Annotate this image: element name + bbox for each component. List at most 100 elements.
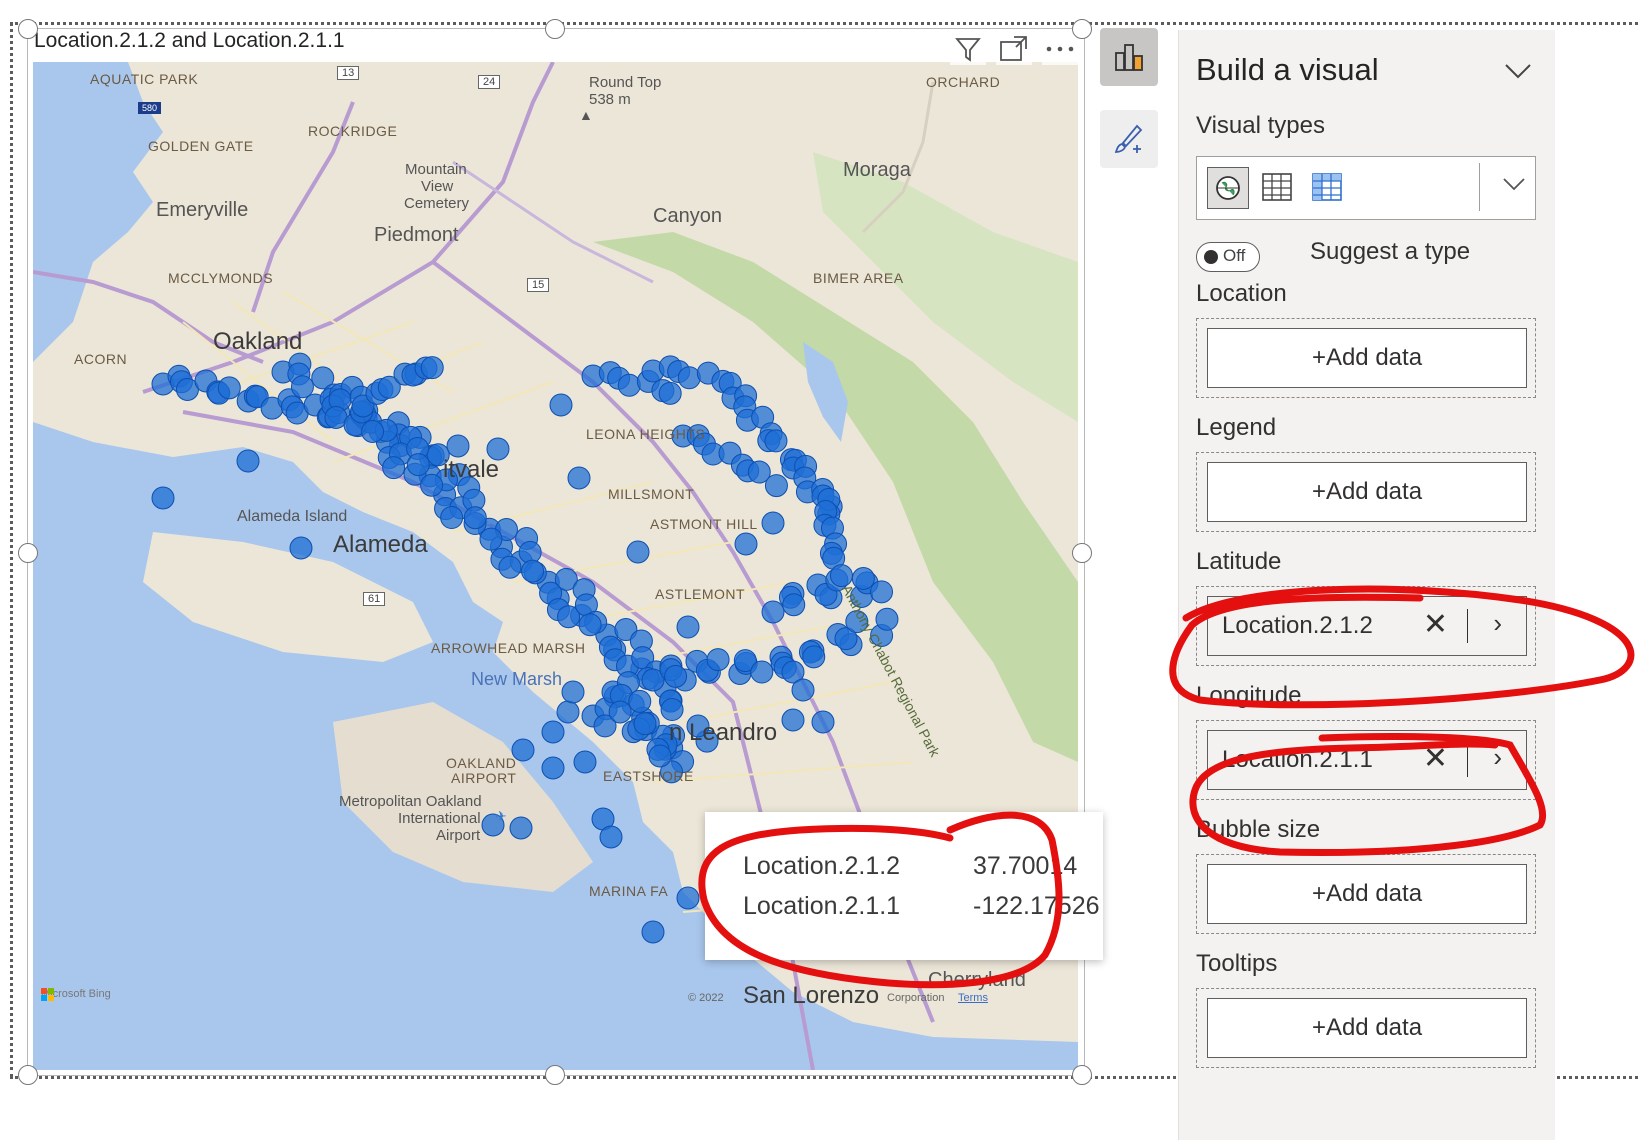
chevron-right-icon[interactable]: › [1493,608,1502,639]
resize-handle[interactable] [18,1065,38,1085]
map-bubble[interactable] [676,886,700,910]
map-bubble[interactable] [676,615,700,639]
map-bubble[interactable] [875,607,899,631]
map-bubble[interactable] [660,698,684,722]
add-data-button[interactable]: +Add data [1207,462,1527,522]
map-bubble[interactable] [599,825,623,849]
suggest-type-toggle[interactable]: Off [1196,242,1260,272]
map-label: Mountain [405,161,467,178]
map-bubble[interactable] [664,664,688,688]
map-bubble[interactable] [734,532,758,556]
resize-handle[interactable] [18,19,38,39]
map-label: Airport [436,827,481,844]
map-bubble[interactable] [658,381,682,405]
table-visual-type-icon[interactable] [1257,167,1297,207]
map-bubble[interactable] [521,559,545,583]
map-label: ASTMONT HILL [650,516,758,532]
tooltip-label: Location.2.1.2 [743,852,901,880]
map-bubble[interactable] [290,375,314,399]
map-bubble[interactable] [617,373,641,397]
add-data-button[interactable]: +Add data [1207,998,1527,1058]
map-bubble[interactable] [626,540,650,564]
map-bubble[interactable] [361,420,385,444]
map-bubble[interactable] [479,527,503,551]
map-bubble[interactable] [573,750,597,774]
map-bubble[interactable] [549,393,573,417]
map-label: MCCLYMONDS [168,270,274,286]
field-name: Location.2.1.2 [1222,612,1373,639]
map-label: Canyon [653,205,722,227]
map-bubble[interactable] [706,648,730,672]
map-bubble[interactable] [236,449,260,473]
map-bubble[interactable] [648,744,672,768]
latitude-field-pill[interactable]: Location.2.1.2 ✕ › [1207,596,1527,656]
more-options-icon[interactable] [1042,33,1078,65]
map-bubble[interactable] [628,689,652,713]
map-bubble[interactable] [750,660,774,684]
map-label: Alameda Island [237,508,348,525]
map-bubble[interactable] [498,555,522,579]
map-bubble[interactable] [761,511,785,535]
format-visual-button[interactable] [1100,110,1158,168]
map-copyright: Corporation [887,992,945,1004]
build-visual-button[interactable] [1100,28,1158,86]
chevron-down-icon[interactable] [1501,173,1527,199]
map-bubble[interactable] [541,756,565,780]
map-bubble[interactable] [382,456,406,480]
map-bubble[interactable] [782,593,806,617]
remove-field-icon[interactable]: ✕ [1423,741,1448,776]
chevron-down-icon[interactable] [1503,56,1533,88]
map-bubble[interactable] [811,710,835,734]
map-bubble[interactable] [541,720,565,744]
build-visual-icon [1115,44,1143,71]
map-bubble[interactable] [509,816,533,840]
map-bubble[interactable] [791,678,815,702]
resize-handle[interactable] [1072,543,1092,563]
map-visual-type-icon[interactable] [1207,167,1249,209]
map-bubble[interactable] [578,613,602,637]
map-bubble[interactable] [289,536,313,560]
map-bubble[interactable] [561,680,585,704]
map-bubble[interactable] [781,708,805,732]
map-bubble[interactable] [608,700,632,724]
highway-shield: 13 [337,66,360,80]
map-bubble[interactable] [870,580,894,604]
longitude-field-pill[interactable]: Location.2.1.1 ✕ › [1207,730,1527,790]
map-bubble[interactable] [420,356,444,380]
map-bubble[interactable] [406,453,430,477]
resize-handle[interactable] [545,1065,565,1085]
resize-handle[interactable] [18,543,38,563]
map-bubble[interactable] [802,645,826,669]
resize-handle[interactable] [1072,19,1092,39]
map-bubble[interactable] [764,429,788,453]
map-bubble[interactable] [633,712,657,736]
map-bubble[interactable] [446,434,470,458]
terms-link[interactable]: Terms [958,992,988,1004]
focus-mode-icon[interactable] [996,33,1032,65]
add-data-button[interactable]: +Add data [1207,864,1527,924]
location-well: +Add data [1196,318,1536,398]
map-bubble[interactable] [440,506,464,530]
map-bubble[interactable] [641,920,665,944]
map-bubble[interactable] [567,466,591,490]
map-bubble[interactable] [217,376,241,400]
map-bubble[interactable] [556,700,580,724]
field-name: Location.2.1.1 [1222,746,1373,773]
matrix-visual-type-icon[interactable] [1307,167,1347,207]
map-label: Oakland [213,328,303,355]
chevron-right-icon[interactable]: › [1493,742,1502,773]
map-bubble[interactable] [151,486,175,510]
map-bubble[interactable] [764,474,788,498]
tooltips-well-label: Tooltips [1196,950,1278,977]
filter-icon[interactable] [950,33,986,65]
map-bubble[interactable] [677,366,701,390]
tooltip-row: Location.2.1.1 -122.17526 [743,892,1100,921]
resize-handle[interactable] [545,19,565,39]
map-bubble[interactable] [420,473,444,497]
add-data-button[interactable]: +Add data [1207,328,1527,388]
map-bubble[interactable] [761,600,785,624]
map-bubble[interactable] [463,506,487,530]
remove-field-icon[interactable]: ✕ [1423,607,1448,642]
longitude-well-label: Longitude [1196,682,1302,709]
resize-handle[interactable] [1072,1065,1092,1085]
